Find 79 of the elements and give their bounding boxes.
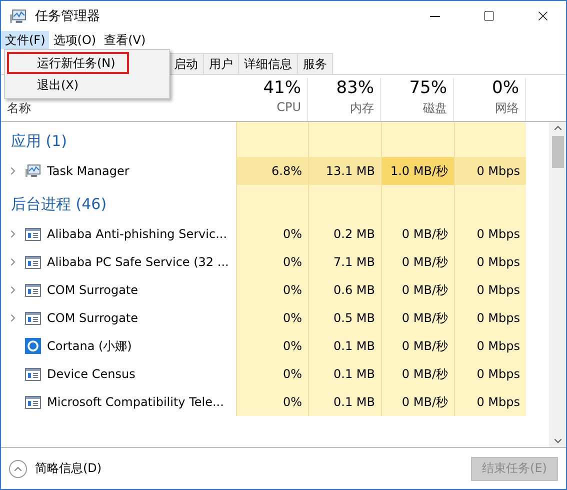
column-header: 名称 xyxy=(7,100,31,117)
column-header: 内存 xyxy=(350,100,374,117)
table-cell xyxy=(236,122,308,157)
tab[interactable]: 启动 xyxy=(168,53,204,74)
collapse-icon xyxy=(9,460,27,478)
table-cell: 13.1 MB xyxy=(308,157,381,185)
menu-item[interactable]: 查看(V) xyxy=(100,31,150,49)
table-cell: 0.5 MB xyxy=(308,304,381,332)
table-cell xyxy=(454,185,526,220)
table-cell: 0 MB/秒 xyxy=(381,276,454,304)
table-cell: 0.1 MB xyxy=(308,360,381,388)
table-cell: 0.1 MB xyxy=(308,388,381,416)
table-cell: 0 MB/秒 xyxy=(381,360,454,388)
table-cell: 0 MB/秒 xyxy=(381,388,454,416)
table-cell: 0% xyxy=(236,220,308,248)
usage-total: 0% xyxy=(492,78,519,98)
menu-item[interactable]: 退出(X) xyxy=(7,74,167,96)
table-cell: 0% xyxy=(236,388,308,416)
table-cell: 0.1 MB xyxy=(308,332,381,360)
column-header: CPU xyxy=(276,100,301,114)
column-header: 网络 xyxy=(495,100,519,117)
table-cell: 0 Mbps xyxy=(454,248,526,276)
monitor-icon xyxy=(25,164,41,178)
window-icon xyxy=(25,284,41,296)
process-name: Task Manager xyxy=(47,164,130,178)
tab[interactable]: 服务 xyxy=(297,53,333,74)
table-cell: 0% xyxy=(236,304,308,332)
table-cell: 0 MB/秒 xyxy=(381,304,454,332)
menu-item[interactable]: 选项(O) xyxy=(49,31,100,49)
ring-icon xyxy=(25,338,41,354)
scrollbar-thumb[interactable] xyxy=(552,136,564,168)
table-cell: 0 Mbps xyxy=(454,360,526,388)
table-cell: 0.6 MB xyxy=(308,276,381,304)
table-cell: 0 Mbps xyxy=(454,304,526,332)
process-name: Cortana (小娜) xyxy=(47,338,132,354)
group-title: 应用 (1) xyxy=(10,131,68,152)
table-cell: 1.0 MB/秒 xyxy=(381,157,454,185)
window-icon xyxy=(25,396,41,408)
monitor-icon xyxy=(9,8,27,24)
table-cell: 0 Mbps xyxy=(454,388,526,416)
table-cell: 6.8% xyxy=(236,157,308,185)
table-cell: 0 Mbps xyxy=(454,157,526,185)
table-cell xyxy=(236,185,308,220)
table-cell: 0 Mbps xyxy=(454,220,526,248)
fewer-details-button[interactable]: 简略信息(D) xyxy=(9,460,464,478)
scrollbar[interactable] xyxy=(549,122,566,447)
process-name: Alibaba PC Safe Service (32 ... xyxy=(47,255,229,269)
table-cell: 0 MB/秒 xyxy=(381,248,454,276)
table-cell: 7.1 MB xyxy=(308,248,381,276)
window-icon xyxy=(25,228,41,240)
tab[interactable]: 详细信息 xyxy=(238,53,298,74)
table-cell: 0% xyxy=(236,360,308,388)
table-cell: 0 Mbps xyxy=(454,332,526,360)
table-cell xyxy=(454,122,526,157)
usage-total: 75% xyxy=(409,78,447,98)
menu-item[interactable]: 运行新任务(N) xyxy=(7,52,129,74)
window-icon xyxy=(25,368,41,380)
table-cell: 0% xyxy=(236,332,308,360)
usage-total: 83% xyxy=(336,78,374,98)
table-cell: 0 MB/秒 xyxy=(381,220,454,248)
process-name: COM Surrogate xyxy=(47,283,138,297)
table-cell: 0 MB/秒 xyxy=(381,332,454,360)
column-header: 磁盘 xyxy=(423,100,447,117)
process-name: Alibaba Anti-phishing Servic... xyxy=(47,227,228,241)
menu-item[interactable]: 文件(F) xyxy=(1,31,50,49)
process-name: Device Census xyxy=(47,367,136,381)
tab[interactable]: 用户 xyxy=(203,53,239,74)
table-cell: 0.2 MB xyxy=(308,220,381,248)
window-title: 任务管理器 xyxy=(35,8,101,25)
group-title: 后台进程 (46) xyxy=(10,194,108,215)
process-name: COM Surrogate xyxy=(47,311,138,325)
table-cell: 0 Mbps xyxy=(454,276,526,304)
table-cell: 0% xyxy=(236,248,308,276)
window-icon xyxy=(25,256,41,268)
process-name: Microsoft Compatibility Tele... xyxy=(47,395,224,409)
table-cell: 0% xyxy=(236,276,308,304)
maximize-icon xyxy=(483,10,495,22)
usage-total: 41% xyxy=(263,78,301,98)
window-icon xyxy=(25,312,41,324)
